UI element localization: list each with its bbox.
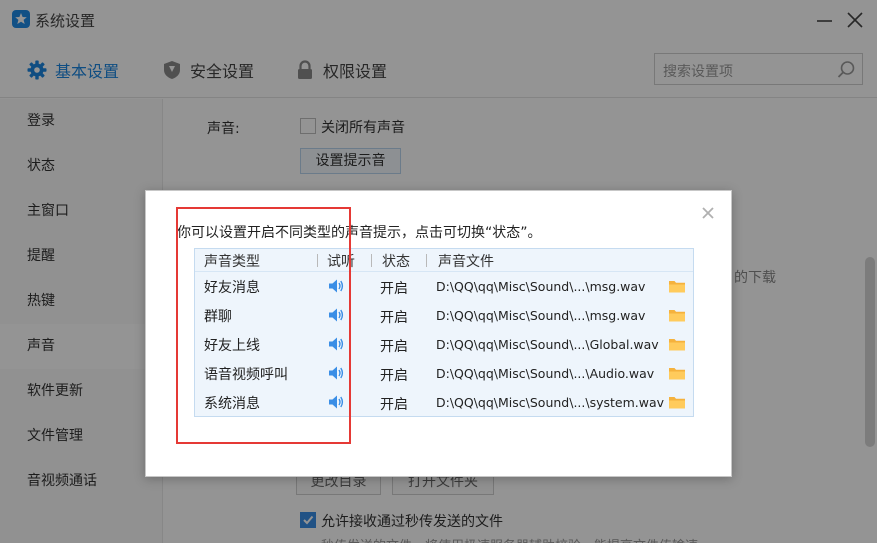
- folder-icon[interactable]: [668, 365, 686, 381]
- sound-file-path: D:\QQ\qq\Misc\Sound\...\msg.wav: [436, 308, 646, 323]
- folder-icon[interactable]: [668, 336, 686, 352]
- sound-state-toggle[interactable]: 开启: [380, 278, 408, 298]
- column-divider: [371, 254, 372, 267]
- highlight-box: [176, 207, 351, 444]
- column-divider: [426, 254, 427, 267]
- sound-file-path: D:\QQ\qq\Misc\Sound\...\msg.wav: [436, 279, 646, 294]
- sound-state-toggle[interactable]: 开启: [380, 394, 408, 414]
- column-header-state: 状态: [382, 254, 410, 270]
- sound-state-toggle[interactable]: 开启: [380, 336, 408, 356]
- folder-icon[interactable]: [668, 278, 686, 294]
- folder-icon[interactable]: [668, 307, 686, 323]
- column-header-file: 声音文件: [438, 254, 494, 270]
- dialog-close-icon[interactable]: [700, 205, 716, 221]
- sound-file-path: D:\QQ\qq\Misc\Sound\...\system.wav: [436, 395, 665, 410]
- sound-state-toggle[interactable]: 开启: [380, 307, 408, 327]
- folder-icon[interactable]: [668, 394, 686, 410]
- sound-file-path: D:\QQ\qq\Misc\Sound\...\Audio.wav: [436, 366, 655, 381]
- sound-state-toggle[interactable]: 开启: [380, 365, 408, 385]
- sound-file-path: D:\QQ\qq\Misc\Sound\...\Global.wav: [436, 337, 659, 352]
